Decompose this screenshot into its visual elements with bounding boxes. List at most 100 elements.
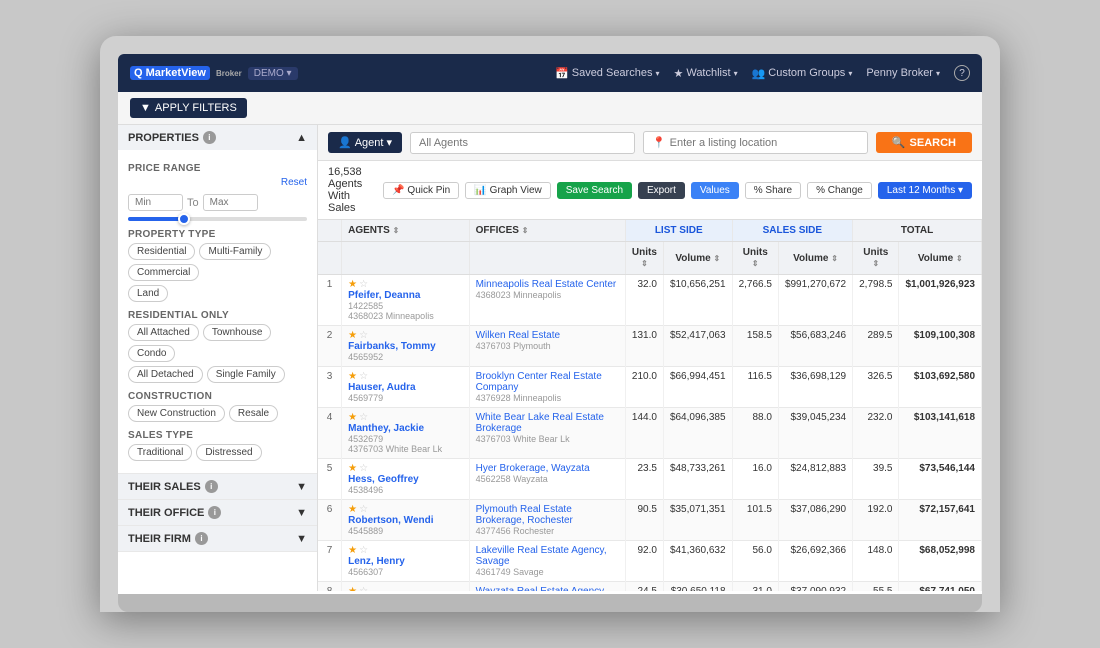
th-sales-units[interactable]: Units ⇕ <box>732 242 778 275</box>
office-name[interactable]: Plymouth Real Estate Brokerage, Rocheste… <box>476 504 619 526</box>
tag-condo[interactable]: Condo <box>128 345 175 362</box>
star-empty-icon[interactable]: ☆ <box>359 371 368 382</box>
nav-saved-searches[interactable]: 📅 Saved Searches ▾ <box>555 67 659 80</box>
office-name[interactable]: Minneapolis Real Estate Center <box>476 279 619 290</box>
their-office-section: THEIR OFFICE i ▼ <box>118 500 317 526</box>
office-name[interactable]: White Bear Lake Real Estate Brokerage <box>476 412 619 434</box>
office-name[interactable]: Wilken Real Estate <box>476 330 619 341</box>
office-id: 4376703 White Bear Lk <box>476 434 619 444</box>
search-button[interactable]: 🔍 SEARCH <box>876 132 972 153</box>
location-input[interactable] <box>670 137 859 149</box>
list-volume: $30,650,118 <box>663 582 732 592</box>
their-office-header[interactable]: THEIR OFFICE i ▼ <box>118 500 317 525</box>
agent-select[interactable] <box>410 132 635 154</box>
star-icon[interactable]: ★ <box>348 463 357 474</box>
agent-button[interactable]: 👤 Agent ▾ <box>328 132 402 153</box>
star-icon[interactable]: ★ <box>348 586 357 591</box>
nav-watchlist[interactable]: ★ Watchlist ▾ <box>673 67 737 80</box>
demo-badge[interactable]: DEMO ▾ <box>248 67 298 80</box>
save-search-button[interactable]: Save Search <box>557 182 632 199</box>
office-name[interactable]: Wayzata Real Estate Agency <box>476 586 619 591</box>
agent-cell: ★ ☆ Manthey, Jackie 4532679 4376703 Whit… <box>342 408 469 459</box>
total-units: 289.5 <box>853 326 899 367</box>
price-min-input[interactable] <box>128 194 183 211</box>
star-icon[interactable]: ★ <box>348 545 357 556</box>
expand-icon3: ▼ <box>296 533 307 545</box>
agent-cell: ★ ☆ Hauser, Audra 4569779 <box>342 367 469 408</box>
tag-distressed[interactable]: Distressed <box>196 444 261 461</box>
price-range-slider[interactable] <box>128 217 307 221</box>
tag-new-construction[interactable]: New Construction <box>128 405 225 422</box>
th-list-units[interactable]: Units ⇕ <box>625 242 663 275</box>
agent-name[interactable]: Robertson, Wendi <box>348 515 462 526</box>
th-agents[interactable]: AGENTS ⇕ <box>342 220 469 242</box>
th-sales-volume[interactable]: Volume ⇕ <box>778 242 852 275</box>
th-total-units[interactable]: Units ⇕ <box>853 242 899 275</box>
tag-resale[interactable]: Resale <box>229 405 278 422</box>
tag-traditional[interactable]: Traditional <box>128 444 192 461</box>
star-empty-icon[interactable]: ☆ <box>359 412 368 423</box>
content-area: 👤 Agent ▾ 📍 🔍 SEARCH 16,538 Agen <box>318 125 982 591</box>
nav-custom-groups[interactable]: 👥 Custom Groups ▾ <box>752 67 853 80</box>
office-name[interactable]: Hyer Brokerage, Wayzata <box>476 463 619 474</box>
agent-name[interactable]: Manthey, Jackie <box>348 423 462 434</box>
office-id: 4361749 Savage <box>476 567 619 577</box>
price-max-input[interactable] <box>203 194 258 211</box>
th-total: TOTAL <box>853 220 982 242</box>
star-empty-icon[interactable]: ☆ <box>359 586 368 591</box>
quick-pin-button[interactable]: 📌 Quick Pin <box>383 182 459 199</box>
nav-user[interactable]: Penny Broker ▾ <box>866 67 940 79</box>
star-icon[interactable]: ★ <box>348 412 357 423</box>
nav-help[interactable]: ? <box>954 65 970 81</box>
tag-single-family[interactable]: Single Family <box>207 366 285 383</box>
office-id: 4376928 Minneapolis <box>476 393 619 403</box>
total-volume: $103,692,580 <box>899 367 982 408</box>
their-sales-header[interactable]: THEIR SALES i ▼ <box>118 474 317 499</box>
agent-name[interactable]: Fairbanks, Tommy <box>348 341 462 352</box>
range-thumb[interactable] <box>178 213 190 225</box>
tag-all-attached[interactable]: All Attached <box>128 324 199 341</box>
tag-commercial[interactable]: Commercial <box>128 264 199 281</box>
their-firm-header[interactable]: THEIR FIRM i ▼ <box>118 526 317 551</box>
apply-filters-button[interactable]: ▼ APPLY FILTERS <box>130 98 247 118</box>
tag-multifamily[interactable]: Multi-Family <box>199 243 271 260</box>
star-empty-icon[interactable]: ☆ <box>359 504 368 515</box>
change-button[interactable]: % Change <box>807 182 872 199</box>
reset-link[interactable]: Reset <box>281 177 307 188</box>
star-icon[interactable]: ★ <box>348 371 357 382</box>
main-layout: PROPERTIES i ▲ PRICE RANGE Reset <box>118 125 982 591</box>
tag-residential[interactable]: Residential <box>128 243 195 260</box>
sales-type-label: SALES TYPE <box>128 430 307 441</box>
th-total-volume[interactable]: Volume ⇕ <box>899 242 982 275</box>
th-list-volume[interactable]: Volume ⇕ <box>663 242 732 275</box>
office-cell: Wilken Real Estate 4376703 Plymouth <box>469 326 625 367</box>
properties-section: PROPERTIES i ▲ PRICE RANGE Reset <box>118 125 317 474</box>
th-office-name <box>469 242 625 275</box>
list-units: 24.5 <box>625 582 663 592</box>
office-name[interactable]: Lakeville Real Estate Agency, Savage <box>476 545 619 567</box>
tag-land[interactable]: Land <box>128 285 168 302</box>
construction-tags: New Construction Resale <box>128 405 307 422</box>
office-name[interactable]: Brooklyn Center Real Estate Company <box>476 371 619 393</box>
agent-name[interactable]: Hess, Geoffrey <box>348 474 462 485</box>
share-button[interactable]: % Share <box>745 182 801 199</box>
values-button[interactable]: Values <box>691 182 739 199</box>
properties-header[interactable]: PROPERTIES i ▲ <box>118 125 317 150</box>
star-empty-icon[interactable]: ☆ <box>359 279 368 290</box>
star-icon[interactable]: ★ <box>348 279 357 290</box>
agent-name[interactable]: Pfeifer, Deanna <box>348 290 462 301</box>
agent-name[interactable]: Hauser, Audra <box>348 382 462 393</box>
star-icon[interactable]: ★ <box>348 330 357 341</box>
star-empty-icon[interactable]: ☆ <box>359 545 368 556</box>
graph-view-button[interactable]: 📊 Graph View <box>465 182 551 199</box>
star-empty-icon[interactable]: ☆ <box>359 330 368 341</box>
last12-button[interactable]: Last 12 Months ▾ <box>878 182 972 199</box>
star-empty-icon[interactable]: ☆ <box>359 463 368 474</box>
tag-all-detached[interactable]: All Detached <box>128 366 203 383</box>
star-icon[interactable]: ★ <box>348 504 357 515</box>
tag-townhouse[interactable]: Townhouse <box>203 324 272 341</box>
export-button[interactable]: Export <box>638 182 685 199</box>
th-offices[interactable]: OFFICES ⇕ <box>469 220 625 242</box>
agent-name[interactable]: Lenz, Henry <box>348 556 462 567</box>
agent-location: 4376703 White Bear Lk <box>348 444 462 454</box>
